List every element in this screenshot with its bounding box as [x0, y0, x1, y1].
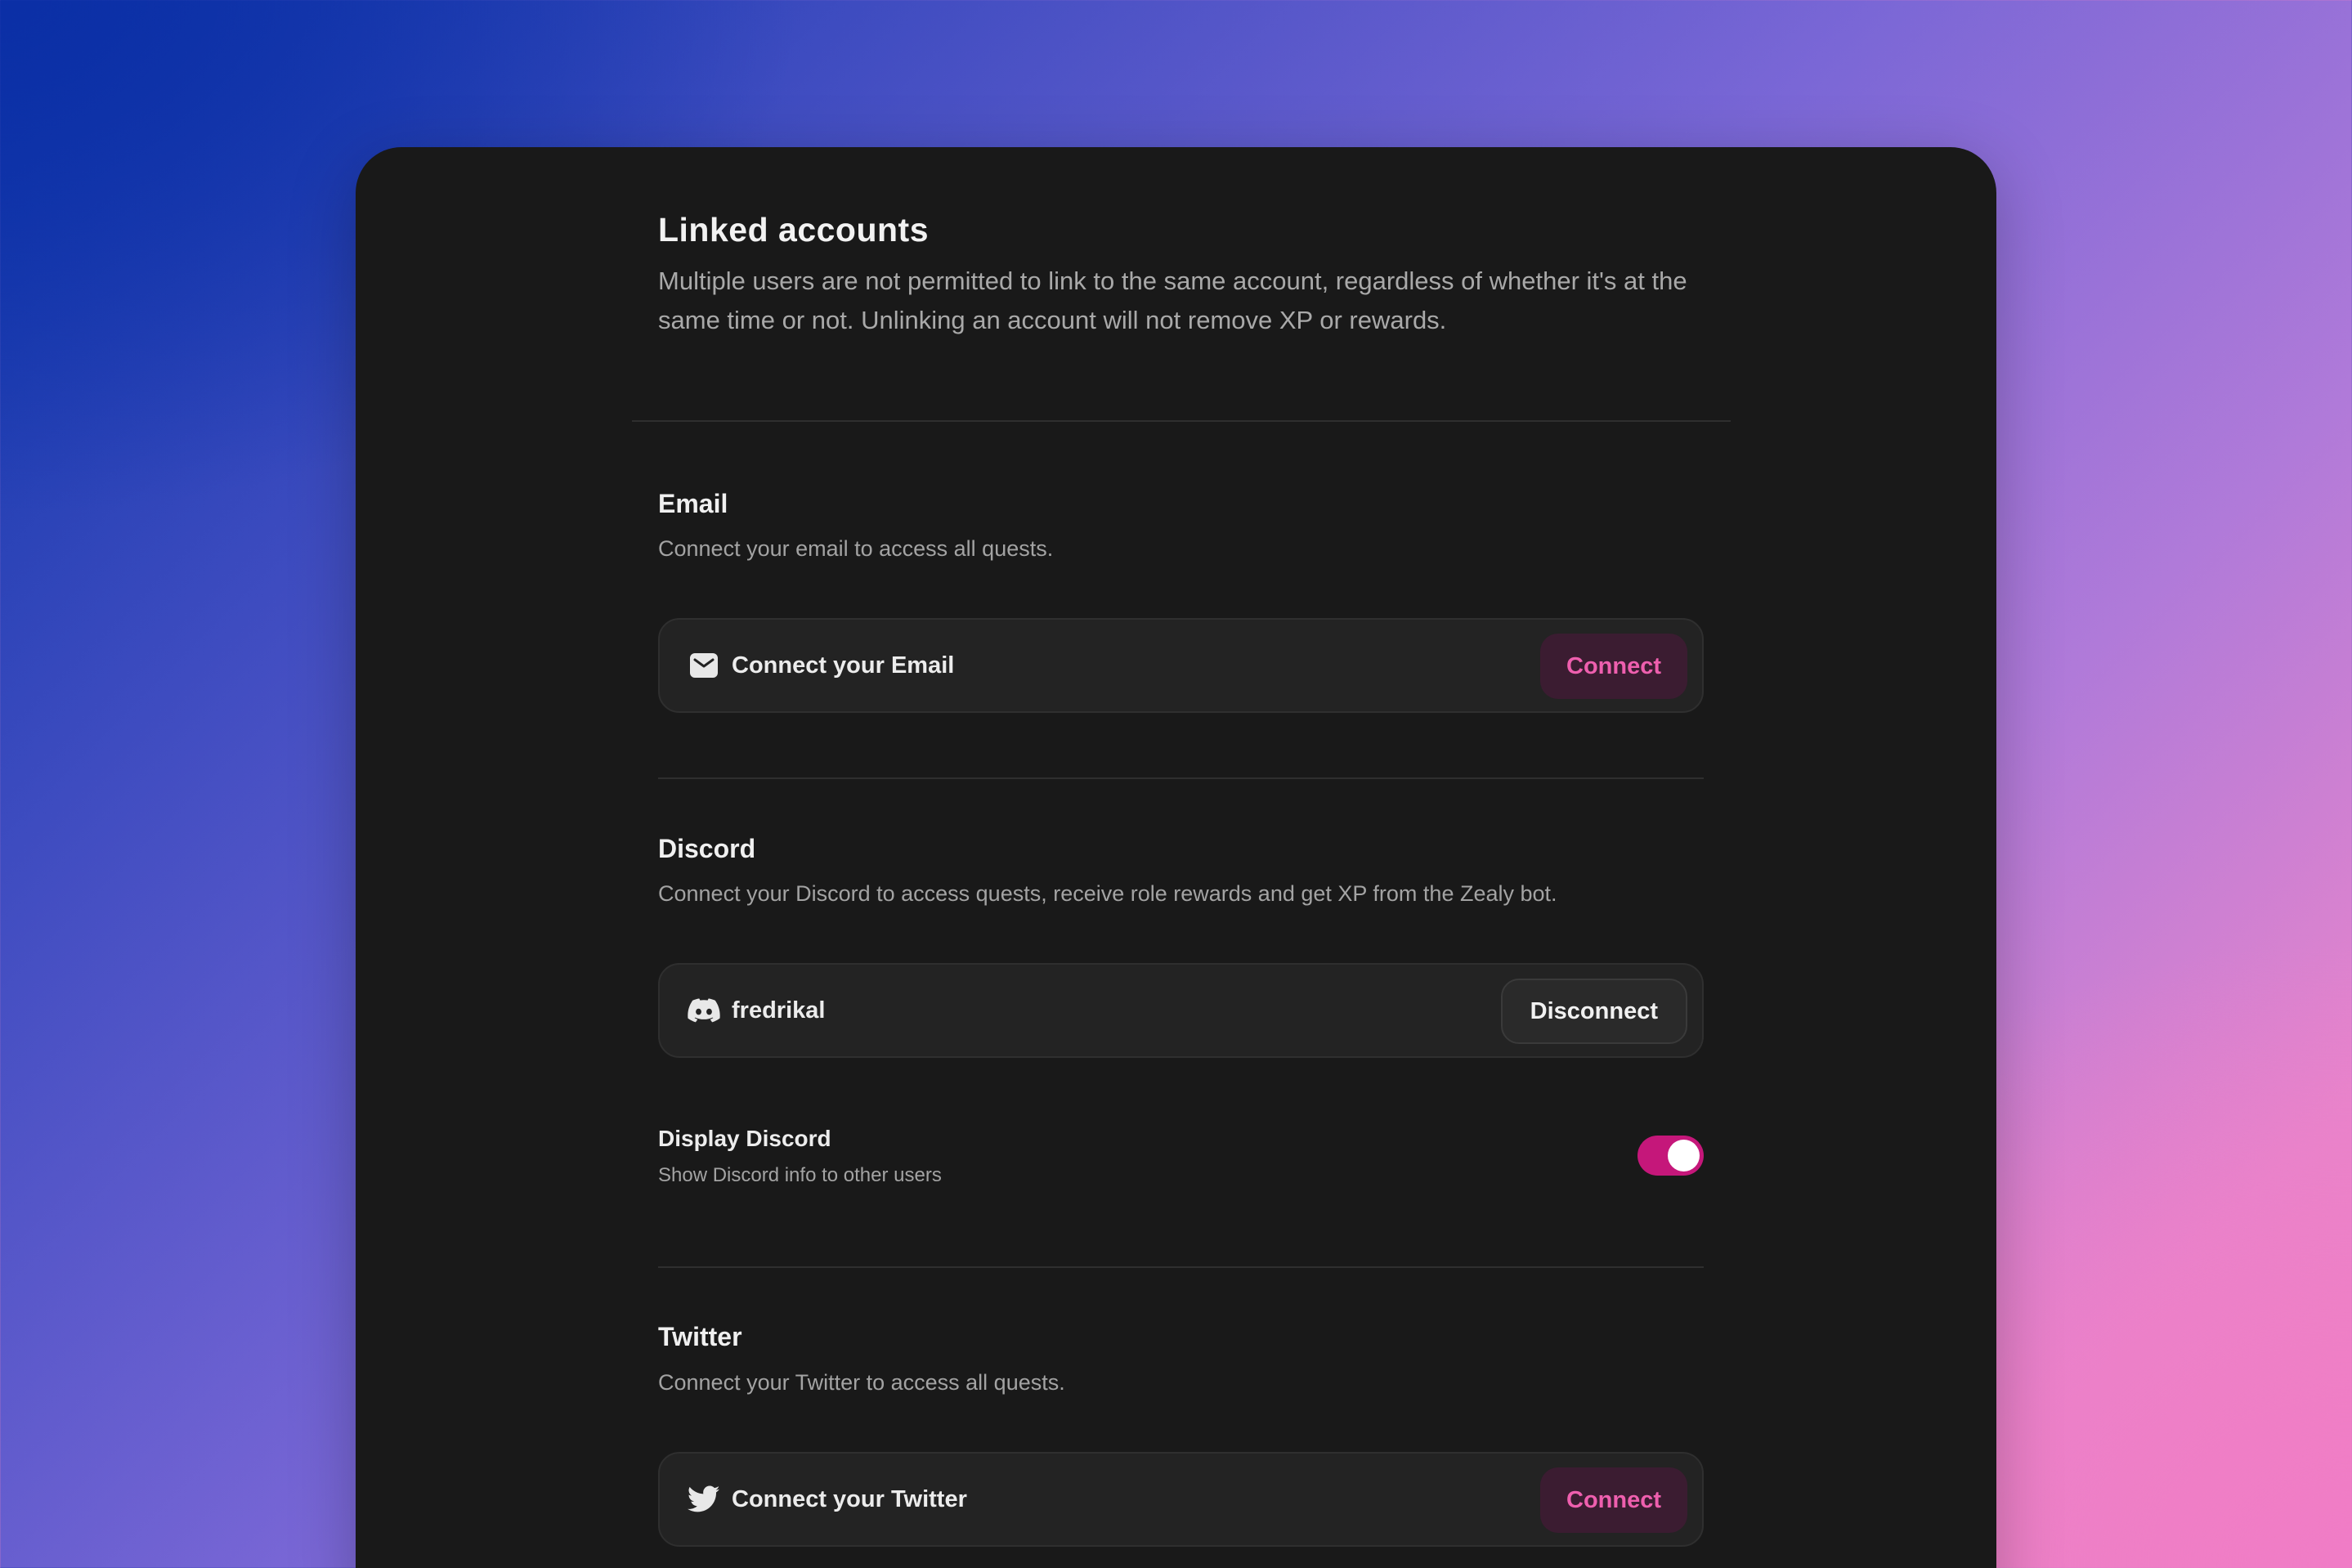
twitter-icon [688, 1483, 720, 1516]
discord-section-title: Discord [658, 834, 756, 863]
discord-username: fredrikal [732, 997, 826, 1024]
email-connect-button[interactable]: Connect [1540, 634, 1687, 699]
email-connect-row: Connect your Email Connect [658, 618, 1704, 713]
discord-account-row: fredrikal Disconnect [658, 963, 1704, 1058]
discord-section-description: Connect your Discord to access quests, r… [658, 881, 1557, 906]
email-section-title: Email [658, 489, 728, 518]
header-divider [632, 420, 1731, 422]
mail-icon [688, 649, 720, 682]
discord-icon [688, 994, 720, 1027]
display-discord-toggle[interactable] [1637, 1136, 1704, 1176]
discord-disconnect-button[interactable]: Disconnect [1500, 979, 1687, 1044]
page-title: Linked accounts [658, 211, 930, 249]
display-discord-title: Display Discord [658, 1126, 831, 1151]
twitter-section-title: Twitter [658, 1322, 742, 1351]
email-divider [658, 777, 1704, 779]
page-description: Multiple users are not permitted to link… [658, 267, 1687, 334]
twitter-connect-row: Connect your Twitter Connect [658, 1452, 1704, 1547]
twitter-section-description: Connect your Twitter to access all quest… [658, 1370, 1065, 1395]
settings-card [356, 147, 1996, 1568]
discord-divider [658, 1266, 1704, 1268]
twitter-connect-button[interactable]: Connect [1540, 1467, 1687, 1533]
twitter-row-label: Connect your Twitter [732, 1485, 967, 1512]
toggle-knob [1668, 1140, 1700, 1172]
display-discord-description: Show Discord info to other users [658, 1164, 942, 1186]
email-row-label: Connect your Email [732, 652, 955, 679]
email-section-description: Connect your email to access all quests. [658, 536, 1054, 561]
